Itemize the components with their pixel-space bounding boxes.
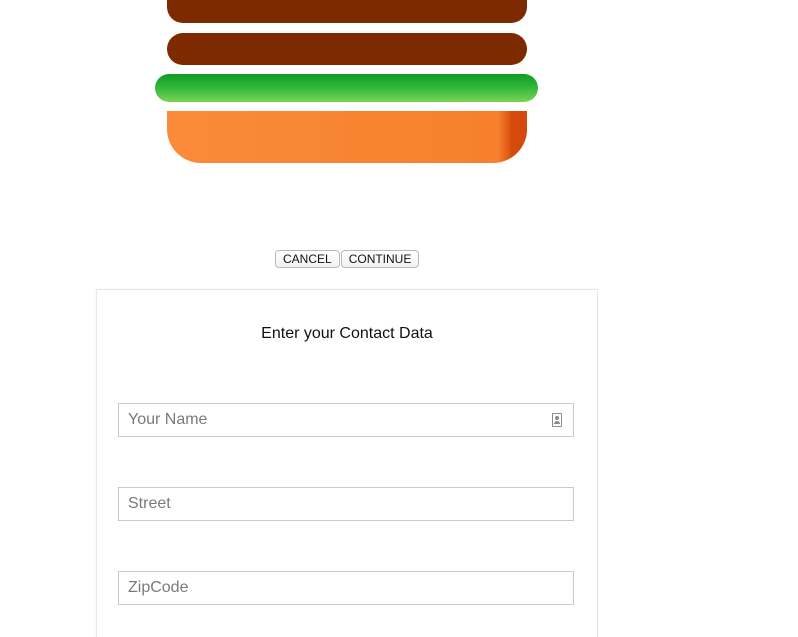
zipcode-field [118, 571, 574, 605]
street-input[interactable] [119, 488, 573, 520]
bun-shade [511, 111, 527, 163]
burger-lettuce [155, 74, 538, 102]
continue-button[interactable]: CONTINUE [340, 250, 420, 268]
contact-icon-head [555, 416, 559, 420]
burger-patty [167, 33, 527, 65]
page: CANCEL CONTINUE Enter your Contact Data [0, 0, 798, 637]
action-buttons: CANCEL CONTINUE [275, 250, 420, 268]
cancel-button[interactable]: CANCEL [275, 250, 340, 268]
contact-card-icon[interactable] [552, 413, 562, 427]
form-title: Enter your Contact Data [261, 325, 433, 342]
burger-bottom-bun [167, 111, 527, 163]
contact-icon-body [554, 421, 560, 424]
burger-illustration [0, 0, 798, 170]
street-field [118, 487, 574, 521]
burger-patty-top [167, 0, 527, 23]
name-input[interactable] [119, 404, 573, 436]
zipcode-input[interactable] [119, 572, 573, 604]
name-field [118, 403, 574, 437]
contact-form-card: Enter your Contact Data [96, 289, 598, 637]
